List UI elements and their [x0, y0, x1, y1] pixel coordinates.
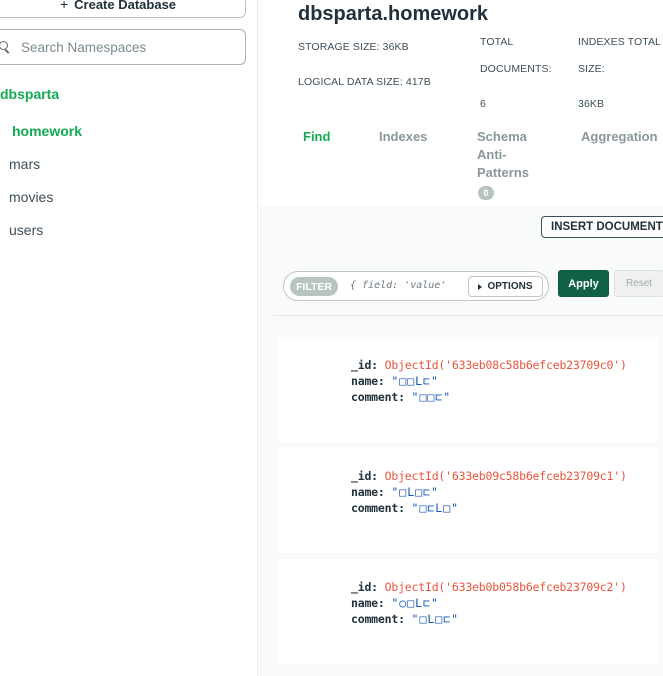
doc-comment-key: comment: [351, 390, 405, 404]
doc-comment-line: comment: "□□⊏" [351, 390, 451, 404]
divider [273, 315, 663, 316]
create-database-button[interactable]: + Create Database [0, 0, 246, 18]
doc-id-line: _id: ObjectId('633eb0b058b6efceb23709c2'… [351, 580, 627, 594]
options-button[interactable]: OPTIONS [468, 276, 543, 297]
indexes-total-value: 36KB [578, 98, 605, 110]
sidebar-collection-movies[interactable]: movies [9, 189, 53, 205]
sidebar-collection-users[interactable]: users [9, 222, 43, 238]
doc-name-key: name: [351, 596, 385, 610]
doc-name-line: name: "□□L⊏" [351, 374, 439, 388]
sidebar-database-dbsparta[interactable]: dbsparta [0, 86, 59, 102]
indexes-total-label: INDEXES TOTAL [578, 36, 661, 48]
tab-schema-label-2: Anti- [477, 147, 507, 162]
doc-comment-key: comment: [351, 612, 405, 626]
tab-schema-label-1: Schema [477, 129, 527, 144]
collection-view: dbsparta.homework STORAGE SIZE: 36KB LOG… [259, 0, 663, 676]
tab-schema-label-3: Patterns [477, 165, 530, 180]
caret-right-icon [478, 283, 483, 290]
doc-comment-key: comment: [351, 501, 405, 515]
doc-id-line: _id: ObjectId('633eb09c58b6efceb23709c1'… [351, 469, 627, 483]
doc-name-line: name: "○□L⊏" [351, 596, 439, 610]
doc-name-value: "□L□⊏" [391, 485, 439, 499]
sidebar: + Create Database dbsparta homework mars… [0, 0, 258, 676]
sidebar-collection-homework[interactable]: homework [12, 123, 82, 139]
doc-comment-value: "□□⊏" [411, 390, 452, 404]
namespace-title: dbsparta.homework [298, 3, 489, 25]
doc-id-value: ObjectId('633eb09c58b6efceb23709c1') [384, 469, 627, 483]
insert-document-button[interactable]: INSERT DOCUMENT [541, 216, 663, 238]
filter-label: FILTER [290, 277, 338, 296]
doc-id-value: ObjectId('633eb08c58b6efceb23709c0') [384, 358, 627, 372]
doc-id-key: _id: [351, 469, 378, 483]
doc-id-line: _id: ObjectId('633eb08c58b6efceb23709c0'… [351, 358, 627, 372]
storage-size: STORAGE SIZE: 36KB [298, 41, 409, 53]
search-input[interactable] [21, 39, 221, 55]
total-documents-value: 6 [480, 98, 486, 110]
doc-name-key: name: [351, 485, 385, 499]
total-documents-label-2: DOCUMENTS: [480, 63, 552, 75]
document-card[interactable]: _id: ObjectId('633eb08c58b6efceb23709c0'… [278, 337, 658, 442]
doc-comment-value: "□⊏L□" [411, 501, 460, 515]
doc-id-value: ObjectId('633eb0b058b6efceb23709c2') [384, 580, 627, 594]
options-label: OPTIONS [487, 281, 533, 292]
total-documents-label: TOTAL [480, 36, 514, 48]
filter-input[interactable]: { field: 'value' [350, 280, 446, 291]
doc-name-line: name: "□L□⊏" [351, 485, 439, 499]
doc-id-key: _id: [351, 580, 378, 594]
doc-name-value: "○□L⊏" [391, 596, 439, 610]
tab-indexes[interactable]: Indexes [379, 128, 427, 147]
collection-header: dbsparta.homework STORAGE SIZE: 36KB LOG… [259, 0, 663, 206]
schema-count-badge: 0 [478, 186, 494, 200]
doc-id-key: _id: [351, 358, 378, 372]
doc-comment-line: comment: "□⊏L□" [351, 501, 459, 515]
doc-comment-line: comment: "□L□⊏" [351, 612, 459, 626]
filter-bar: FILTER { field: 'value' OPTIONS [283, 271, 549, 301]
sidebar-collection-mars[interactable]: mars [9, 156, 40, 172]
doc-name-key: name: [351, 374, 385, 388]
logical-data-size: LOGICAL DATA SIZE: 417B [298, 76, 431, 88]
doc-comment-value: "□L□⊏" [411, 612, 460, 626]
apply-button[interactable]: Apply [558, 270, 609, 297]
namespace-search[interactable] [0, 29, 246, 65]
document-card[interactable]: _id: ObjectId('633eb0b058b6efceb23709c2'… [278, 559, 658, 664]
tab-aggregation[interactable]: Aggregation [581, 128, 658, 147]
create-database-label: Create Database [74, 0, 177, 12]
tab-find[interactable]: Find [303, 128, 330, 147]
search-icon [0, 41, 11, 53]
plus-icon: + [59, 0, 69, 12]
indexes-total-label-2: SIZE: [578, 63, 605, 75]
reset-button[interactable]: Reset [614, 270, 663, 297]
document-card[interactable]: _id: ObjectId('633eb09c58b6efceb23709c1'… [278, 448, 658, 553]
doc-name-value: "□□L⊏" [391, 374, 439, 388]
